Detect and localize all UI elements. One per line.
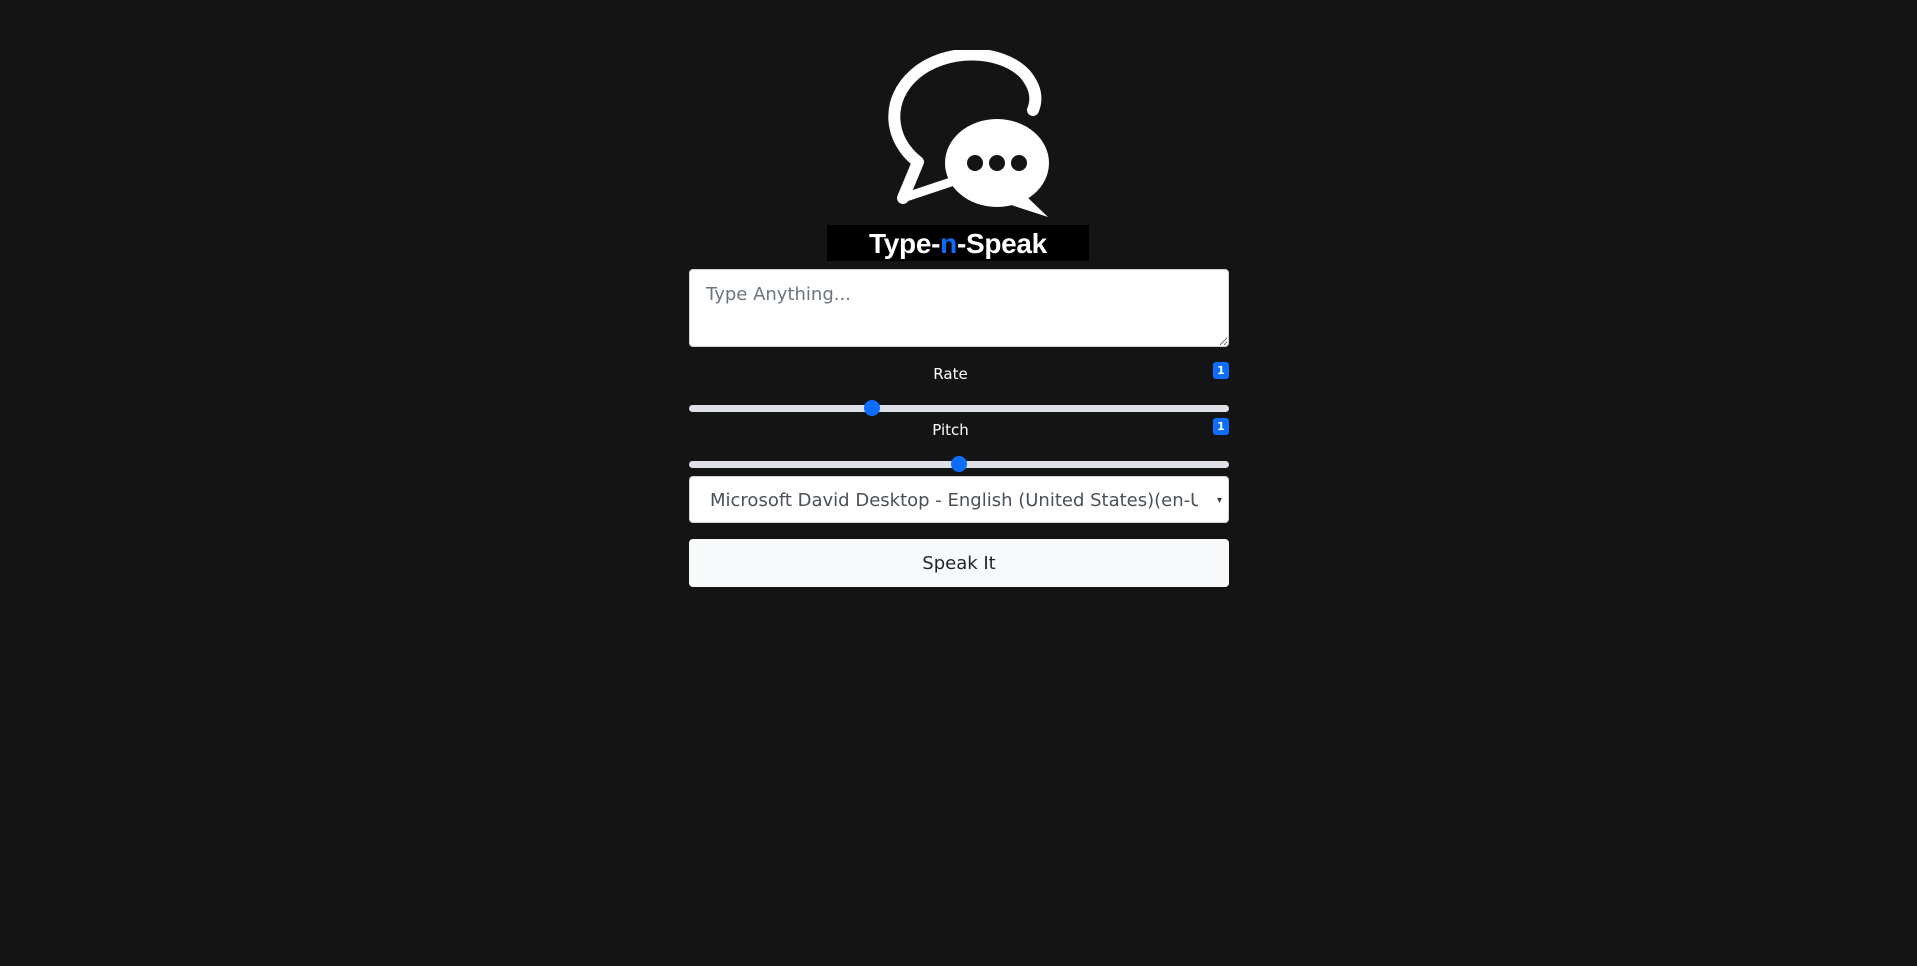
- voice-select[interactable]: Microsoft David Desktop - English (Unite…: [689, 476, 1229, 523]
- logo-text-accent: n: [940, 228, 957, 259]
- text-input[interactable]: [689, 269, 1229, 347]
- caret-down-icon: ▾: [1216, 495, 1222, 506]
- logo-text-part2: -Speak: [956, 228, 1047, 259]
- pitch-value-badge: 1: [1213, 418, 1229, 435]
- pitch-slider-thumb[interactable]: [951, 456, 967, 472]
- rate-slider[interactable]: [689, 400, 1229, 416]
- logo-text-part1: Type-: [869, 228, 941, 259]
- pitch-label: Pitch: [932, 421, 969, 439]
- rate-value-badge: 1: [1213, 362, 1229, 379]
- speak-it-button[interactable]: Speak It: [689, 539, 1229, 587]
- speech-form: Rate 1 Pitch 1 Microsoft David Desktop -…: [689, 269, 1229, 587]
- app-page: Type-n-Speak Rate 1 Pitch 1 Microsoft Da…: [0, 0, 1917, 966]
- pitch-slider[interactable]: [689, 456, 1229, 472]
- chat-bubbles-icon: [888, 50, 1049, 217]
- logo-wordmark: Type-n-Speak: [827, 225, 1089, 261]
- rate-slider-thumb[interactable]: [863, 400, 880, 416]
- voice-select-value: Microsoft David Desktop - English (Unite…: [710, 490, 1198, 511]
- app-logo: Type-n-Speak: [827, 50, 1090, 262]
- rate-label: Rate: [933, 365, 968, 383]
